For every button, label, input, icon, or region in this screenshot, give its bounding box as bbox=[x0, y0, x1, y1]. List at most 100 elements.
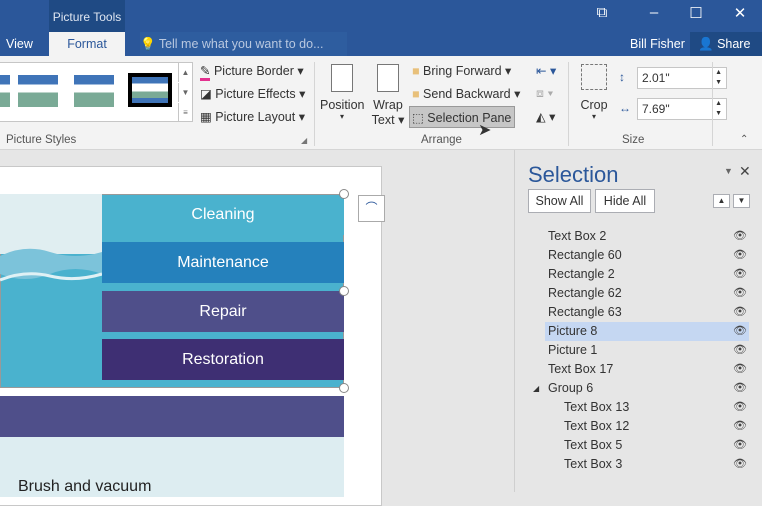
selection-item[interactable]: Picture 1 👁 bbox=[545, 341, 749, 360]
eye-icon[interactable]: 👁 bbox=[733, 436, 747, 455]
item-name: Text Box 3 bbox=[564, 457, 623, 471]
share-label: Share bbox=[717, 37, 751, 51]
label: Picture Border bbox=[213, 64, 294, 78]
selection-item[interactable]: Picture 8 👁 bbox=[545, 322, 749, 341]
minimize-button[interactable]: – bbox=[642, 4, 666, 21]
style-thumb[interactable] bbox=[18, 75, 58, 107]
selection-item[interactable]: Text Box 2 👁 bbox=[545, 227, 749, 246]
picture-styles-gallery[interactable]: ▲ ▼ ≡ bbox=[0, 62, 193, 122]
tab-format[interactable]: Format bbox=[49, 32, 125, 56]
height-input[interactable]: 2.01" ▲ ▼ bbox=[637, 67, 727, 89]
body-text: Brush and vacuum bbox=[18, 478, 152, 495]
selection-item[interactable]: Text Box 17 👁 bbox=[545, 360, 749, 379]
pane-close-icon[interactable]: ✕ bbox=[739, 163, 751, 180]
expand-triangle-icon[interactable]: ◢ bbox=[533, 379, 539, 398]
selection-item[interactable]: Text Box 12 👁 bbox=[545, 417, 749, 436]
selection-item[interactable]: Rectangle 62 👁 bbox=[545, 284, 749, 303]
eye-icon[interactable]: 👁 bbox=[733, 455, 747, 474]
selection-pane-button[interactable]: ⬚ Selection Pane bbox=[409, 106, 515, 128]
lightbulb-icon: 💡 bbox=[140, 37, 156, 51]
position-icon bbox=[331, 64, 353, 92]
person-add-icon: 👤 bbox=[698, 37, 714, 51]
picture-layout-button[interactable]: ▦ Picture Layout ▾ bbox=[200, 109, 305, 124]
ribbon-display-options-icon[interactable]: ⧉ bbox=[590, 4, 614, 21]
eye-icon[interactable]: 👁 bbox=[733, 398, 747, 417]
label: Picture Effects bbox=[215, 87, 296, 101]
width-input[interactable]: 7.69" ▲ ▼ bbox=[637, 98, 727, 120]
selection-item[interactable]: Rectangle 63 👁 bbox=[545, 303, 749, 322]
bring-forward-button[interactable]: ■ Bring Forward ▾ bbox=[412, 63, 511, 78]
item-name: Rectangle 63 bbox=[548, 305, 622, 319]
layout-options-icon[interactable]: ⌒ bbox=[358, 195, 385, 222]
picture-effects-button[interactable]: ◪ Picture Effects ▾ bbox=[200, 86, 305, 101]
picture-border-button[interactable]: ✎ Picture Border ▾ bbox=[200, 63, 304, 81]
selection-item[interactable]: ◢ Group 6 👁 bbox=[533, 379, 749, 398]
resize-handle[interactable] bbox=[339, 383, 349, 393]
position-button[interactable]: Position ▾ bbox=[320, 62, 364, 121]
label: Selection Pane bbox=[427, 111, 512, 125]
move-up-button[interactable]: ▲ bbox=[713, 194, 730, 208]
style-thumb[interactable] bbox=[0, 75, 10, 107]
mouse-cursor-icon: ➤ bbox=[478, 122, 492, 139]
resize-handle[interactable] bbox=[339, 189, 349, 199]
wrap-text-button[interactable]: Wrap Text ▾ bbox=[370, 62, 406, 127]
style-thumb[interactable] bbox=[74, 75, 114, 107]
item-name: Rectangle 2 bbox=[548, 267, 615, 281]
collapse-ribbon-icon[interactable]: ⌃ bbox=[740, 134, 748, 145]
pane-options-icon[interactable]: ▼ bbox=[724, 166, 733, 176]
selection-item[interactable]: Text Box 5 👁 bbox=[545, 436, 749, 455]
bring-forward-icon: ■ bbox=[412, 64, 420, 78]
selection-item[interactable]: Rectangle 60 👁 bbox=[545, 246, 749, 265]
group-label-size: Size bbox=[622, 134, 645, 146]
picture-tools-context-label: Picture Tools bbox=[49, 0, 125, 32]
send-backward-button[interactable]: ■ Send Backward ▾ bbox=[412, 86, 520, 101]
maximize-button[interactable]: ☐ bbox=[684, 4, 708, 22]
rotate-button[interactable]: ◭ ▾ bbox=[536, 109, 555, 124]
user-name[interactable]: Bill Fisher bbox=[630, 32, 685, 56]
eye-icon[interactable]: 👁 bbox=[733, 303, 747, 322]
eye-icon[interactable]: 👁 bbox=[733, 341, 747, 360]
eye-icon[interactable]: 👁 bbox=[733, 417, 747, 436]
menu-maintenance: Maintenance bbox=[102, 242, 344, 283]
crop-icon bbox=[581, 64, 607, 90]
gallery-scroll-up[interactable]: ▲ bbox=[178, 63, 192, 82]
align-button[interactable]: ⇤ ▾ bbox=[536, 63, 556, 78]
item-name: Rectangle 62 bbox=[548, 286, 622, 300]
group-button[interactable]: ⧈ ▾ bbox=[536, 86, 554, 101]
eye-icon[interactable]: 👁 bbox=[733, 322, 747, 341]
resize-handle[interactable] bbox=[339, 286, 349, 296]
effects-icon: ◪ bbox=[200, 87, 212, 101]
eye-icon[interactable]: 👁 bbox=[733, 379, 747, 398]
crop-button[interactable]: Crop ▾ bbox=[578, 64, 610, 121]
height-icon: ↕ bbox=[619, 70, 625, 84]
selection-item[interactable]: Text Box 3 👁 bbox=[545, 455, 749, 474]
eye-icon[interactable]: 👁 bbox=[733, 360, 747, 379]
selection-item[interactable]: Text Box 13 👁 bbox=[545, 398, 749, 417]
hide-all-button[interactable]: Hide All bbox=[595, 189, 655, 213]
move-down-button[interactable]: ▼ bbox=[733, 194, 750, 208]
close-button[interactable]: ✕ bbox=[728, 4, 752, 22]
eye-icon[interactable]: 👁 bbox=[733, 265, 747, 284]
label: Picture Layout bbox=[215, 110, 296, 124]
eye-icon[interactable]: 👁 bbox=[733, 227, 747, 246]
gallery-scroll-down[interactable]: ▼ bbox=[178, 83, 192, 102]
pen-icon: ✎ bbox=[200, 64, 211, 81]
label: Wrap bbox=[373, 98, 403, 112]
dialog-launcher-icon[interactable]: ◢ bbox=[301, 136, 307, 145]
eye-icon[interactable]: 👁 bbox=[733, 284, 747, 303]
show-all-button[interactable]: Show All bbox=[528, 189, 591, 213]
item-name: Text Box 13 bbox=[564, 400, 630, 414]
tab-view[interactable]: View bbox=[6, 32, 33, 56]
item-name: Picture 1 bbox=[548, 343, 598, 357]
eye-icon[interactable]: 👁 bbox=[733, 246, 747, 265]
tell-me-search[interactable]: 💡 Tell me what you want to do... bbox=[140, 32, 347, 56]
banner bbox=[0, 396, 344, 437]
menu-restoration: Restoration bbox=[102, 339, 344, 380]
item-name: Text Box 12 bbox=[564, 419, 630, 433]
style-thumb-selected[interactable] bbox=[128, 73, 172, 107]
gallery-more[interactable]: ≡ bbox=[178, 103, 192, 122]
share-button[interactable]: 👤 Share bbox=[690, 32, 762, 56]
selection-item[interactable]: Rectangle 2 👁 bbox=[545, 265, 749, 284]
item-name: Text Box 2 bbox=[548, 229, 607, 243]
item-name: Text Box 17 bbox=[548, 362, 614, 376]
